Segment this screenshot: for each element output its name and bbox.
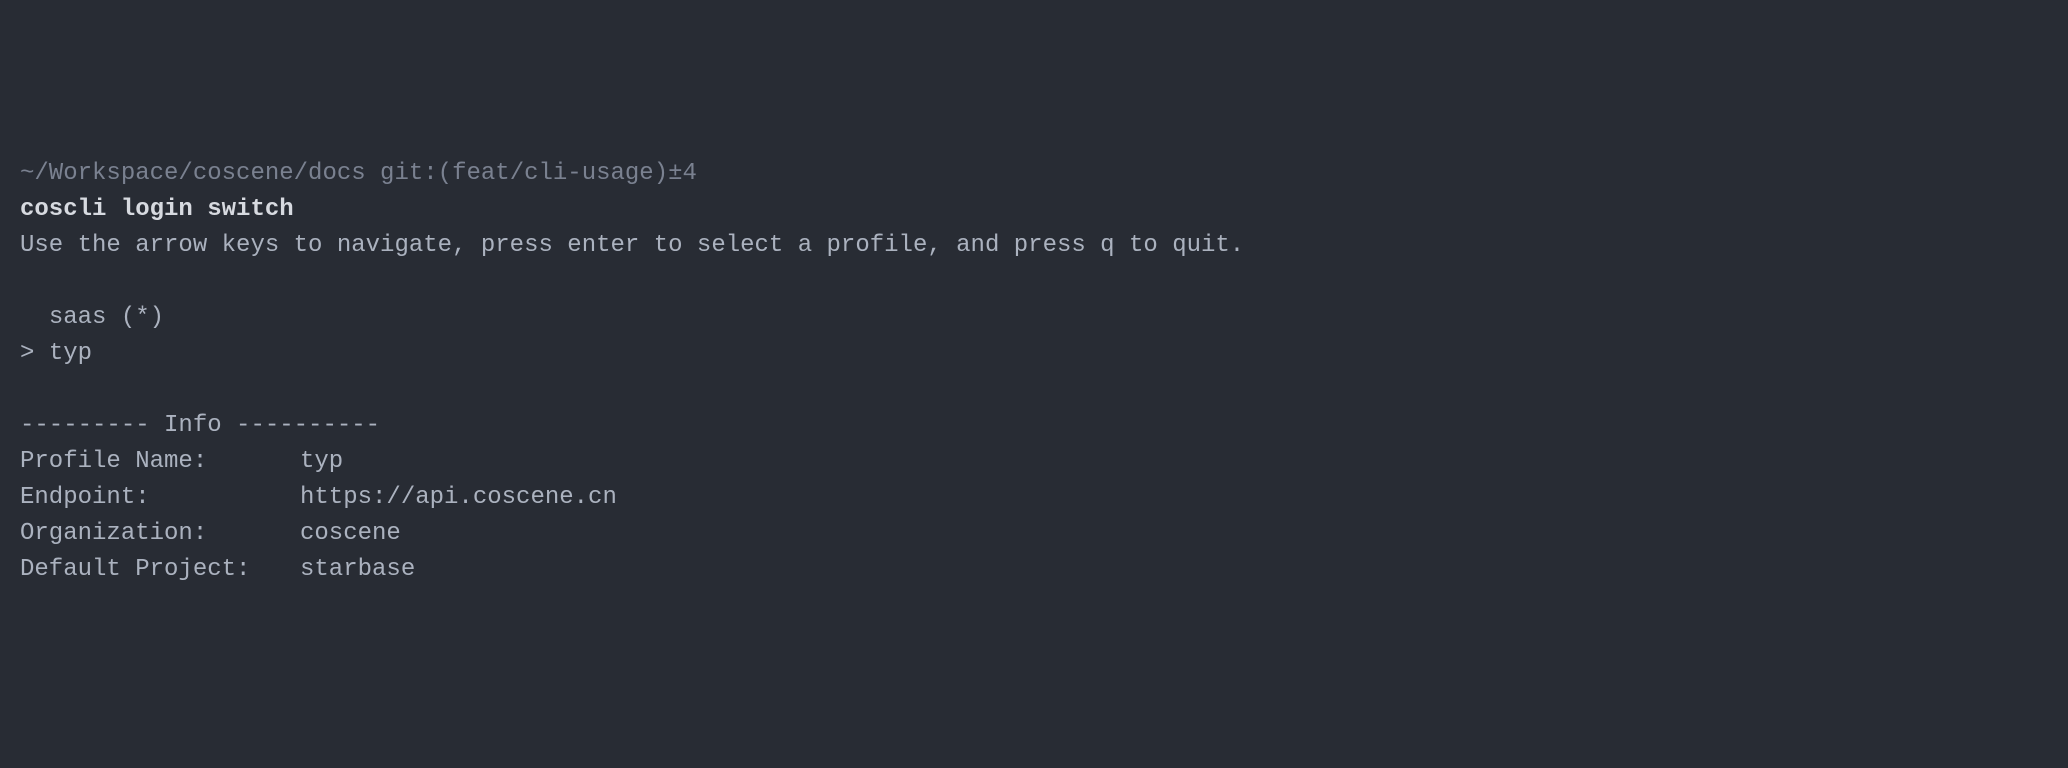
terminal-output[interactable]: ~/Workspace/coscene/docs git:(feat/cli-u… [20,156,2048,588]
profile-item-typ-selected[interactable]: > typ [20,340,92,367]
info-label: Endpoint: [20,480,300,516]
info-value: typ [300,448,343,475]
profile-indent [20,304,49,331]
info-value: https://api.coscene.cn [300,484,617,511]
shell-prompt: ~/Workspace/coscene/docs git:(feat/cli-u… [20,160,697,187]
git-suffix: ) [654,160,668,187]
info-row-default-project: Default Project:starbase [20,556,415,583]
command-input: coscli login switch [20,196,294,223]
info-row-profile: Profile Name:typ [20,448,343,475]
info-label: Profile Name: [20,444,300,480]
prompt-path: ~/Workspace/coscene/docs [20,160,366,187]
info-row-endpoint: Endpoint:https://api.coscene.cn [20,484,617,511]
profile-name: typ [49,340,92,367]
info-value: coscene [300,520,401,547]
git-branch: feat/cli-usage [452,160,654,187]
info-section-header: --------- Info ---------- [20,412,380,439]
info-label: Organization: [20,516,300,552]
profile-name: saas (*) [49,304,164,331]
git-prefix: git:( [366,160,452,187]
selection-cursor: > [20,340,49,367]
instruction-text: Use the arrow keys to navigate, press en… [20,232,1244,259]
info-value: starbase [300,556,415,583]
info-row-organization: Organization:coscene [20,520,401,547]
git-status: ±4 [668,160,697,187]
info-label: Default Project: [20,552,300,588]
profile-item-saas[interactable]: saas (*) [20,304,164,331]
